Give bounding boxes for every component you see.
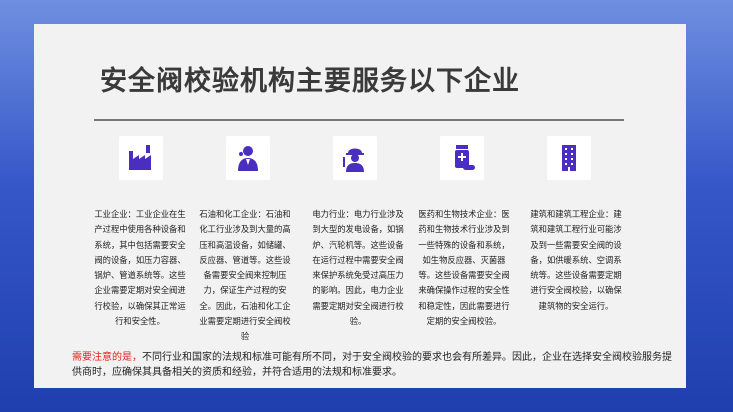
worker-icon (333, 136, 377, 180)
slide: 安全阀校验机构主要服务以下企业 工业企业：工业企业在生产过程中使用各种设备和系统… (34, 24, 686, 388)
page-title: 安全阀校验机构主要服务以下企业 (100, 66, 520, 97)
note-paragraph: 需要注意的是，不同行业和国家的法规和标准可能有所不同，对于安全阀校验的要求也会有… (72, 350, 672, 380)
industry-pharma-text: 医药和生物技术企业：医药和生物技术行业涉及到一些特殊的设备和系统，如生物反应器、… (418, 209, 510, 327)
factory-icon (119, 136, 163, 180)
building-icon (547, 136, 591, 180)
industry-power-text: 电力行业：电力行业涉及到大型的发电设备，如锅炉、汽轮机等。这些设备在运行过程中需… (312, 209, 404, 327)
industry-industrial-text: 工业企业：工业企业在生产过程中使用各种设备和系统，其中包括需要安全阀的设备，如压… (94, 209, 186, 327)
medicine-icon (440, 136, 484, 180)
scientist-icon (226, 136, 270, 180)
note-highlight: 需要注意的是， (72, 352, 142, 363)
industry-petrochemical-text: 石油和化工企业：石油和化工行业涉及到大量的高压和高温设备，如储罐、反应器、管道等… (199, 209, 291, 342)
industry-construction-text: 建筑和建筑工程企业：建筑和建筑工程行业可能涉及到一些需要安全阀的设备，如供暖系统… (530, 209, 622, 311)
title-divider (94, 119, 624, 121)
note-text: 不同行业和国家的法规和标准可能有所不同，对于安全阀校验的要求也会有所差异。因此，… (72, 352, 672, 378)
